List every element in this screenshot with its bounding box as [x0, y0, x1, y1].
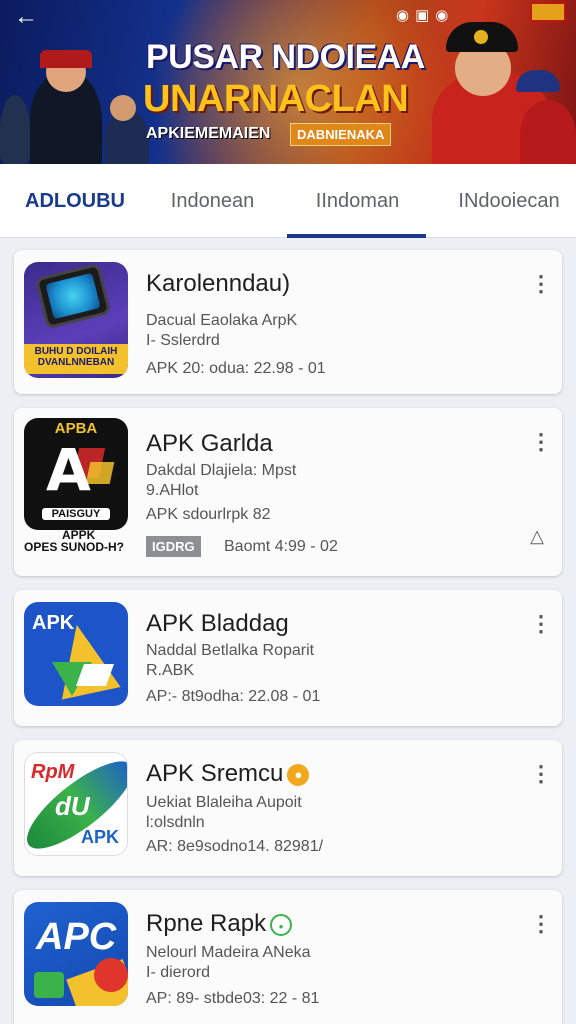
app-title-row: Rpne Rapk •: [146, 910, 293, 938]
promo-banner[interactable]: ← ◉▣◉ PUSAR NDOIEAA UNARNACLAN APKIEMEMA…: [0, 0, 576, 164]
icon-shape: [94, 958, 128, 992]
app-icon-label: APC: [36, 916, 117, 958]
app-icon-letter: A: [46, 436, 91, 504]
banner-figure-cap: [40, 50, 92, 68]
app-title: APK Bladdag: [146, 610, 289, 637]
app-meta-secondary: Baomt 4:99 - 02: [224, 538, 338, 555]
app-developer: Dakdal Dlajiela: Mpst: [146, 462, 297, 479]
app-icon: APK: [24, 602, 128, 706]
banner-title-line2: UNARNACLAN: [143, 78, 409, 120]
status-icons: ◉▣◉: [396, 7, 455, 24]
more-options-icon[interactable]: ⋮: [530, 272, 552, 296]
app-developer: Dacual Eaolaka ArpK: [146, 312, 298, 329]
app-list-item[interactable]: BUHU D DOILAIH DVANLNNEBAN Karolenndau) …: [14, 250, 562, 394]
phone-icon: [34, 262, 112, 330]
app-developer: Uekiat Blaleiha Aupoit: [146, 794, 302, 811]
banner-figure-cap: [516, 70, 560, 92]
app-title-row: APK Sremcu ●: [146, 760, 310, 788]
banner-figure: [0, 95, 30, 164]
banner-officer-cap: [446, 22, 518, 52]
banner-title-line1: PUSAR NDOIEAA: [146, 38, 425, 76]
icon-shape: [34, 972, 64, 998]
tab-active-indicator: [287, 234, 426, 238]
more-options-icon[interactable]: ⋮: [530, 912, 552, 936]
tab-4[interactable]: INdooiecan: [446, 164, 572, 238]
info-badge-icon: •: [270, 913, 293, 936]
more-options-icon[interactable]: ⋮: [530, 612, 552, 636]
app-icon-label: BUHU D DOILAIH DVANLNNEBAN: [24, 344, 128, 374]
banner-figure-head: [110, 95, 136, 121]
app-icon-bottom-text: APK: [81, 827, 120, 847]
app-title: APK Sremcu: [146, 760, 284, 787]
app-title: Karolenndau): [146, 270, 291, 297]
app-meta: AR: 8e9sodno14. 82981/: [146, 838, 324, 855]
app-meta: APK 20: odua: 22.98 - 01: [146, 360, 326, 377]
app-icon: BUHU D DOILAIH DVANLNNEBAN: [24, 262, 128, 378]
app-meta: AP: 89- stbde03: 22 - 81: [146, 990, 320, 1007]
verified-badge-icon: ●: [287, 763, 310, 786]
app-icon: APC: [24, 902, 128, 1006]
app-developer: Nelourl Madeira ANeka: [146, 944, 311, 961]
more-options-icon[interactable]: ⋮: [530, 430, 552, 454]
app-category: 9.AHlot: [146, 482, 199, 499]
banner-subtitle: APKIEMEMAIEN: [146, 125, 271, 142]
app-title: APK Garlda: [146, 430, 273, 457]
app-icon-mid-text: dU: [55, 791, 90, 821]
app-icon-top-text: APBA: [54, 420, 98, 437]
app-list-item[interactable]: APK APK Bladdag Naddal Betlalka Roparit …: [14, 590, 562, 726]
app-list-item[interactable]: APC Rpne Rapk • Nelourl Madeira ANeka I- …: [14, 890, 562, 1024]
tab-1[interactable]: ADLOUBU: [20, 164, 130, 238]
app-icon: RpM dU APK: [24, 752, 128, 856]
app-screen: ← ◉▣◉ PUSAR NDOIEAA UNARNACLAN APKIEMEMA…: [0, 0, 576, 1024]
tab-bar: ADLOUBU Indonean IIndoman INdooiecan: [0, 164, 576, 238]
banner-tag: DABNIENAKA: [290, 123, 392, 146]
app-category: I- dierord: [146, 964, 211, 981]
app-meta: APK sdourlrpk 82: [146, 506, 271, 523]
banner-figure: [520, 100, 576, 164]
tab-3[interactable]: IIndoman: [290, 164, 425, 238]
app-icon-top-text: RpM: [31, 761, 75, 783]
app-title: Rpne Rapk: [146, 910, 267, 937]
app-icon: APBA A PAISGUY: [24, 418, 128, 530]
download-icon[interactable]: △: [526, 526, 548, 548]
app-meta: AP:- 8t9odha: 22.08 - 01: [146, 688, 321, 705]
app-category: I- Sslerdrd: [146, 332, 220, 349]
app-icon-caption: OPES SUNOD-H?: [24, 540, 125, 554]
status-chip: IGDRG: [146, 536, 201, 557]
app-list-item[interactable]: RpM dU APK APK Sremcu ● Uekiat Blaleiha A…: [14, 740, 562, 876]
app-developer: Naddal Betlalka Roparit: [146, 642, 315, 659]
back-arrow-icon[interactable]: ←: [14, 5, 40, 32]
app-category: l:olsdnln: [146, 814, 205, 831]
app-icon-label: APK: [32, 612, 75, 634]
app-icon-bottom-text: PAISGUY: [42, 508, 110, 520]
app-list-item[interactable]: APBA A PAISGUY APPK OPES SUNOD-H? APK Ga…: [14, 408, 562, 576]
app-category: R.ABK: [146, 662, 195, 679]
more-options-icon[interactable]: ⋮: [530, 762, 552, 786]
tab-2[interactable]: Indonean: [155, 164, 270, 238]
corner-flag-icon: [530, 2, 566, 22]
